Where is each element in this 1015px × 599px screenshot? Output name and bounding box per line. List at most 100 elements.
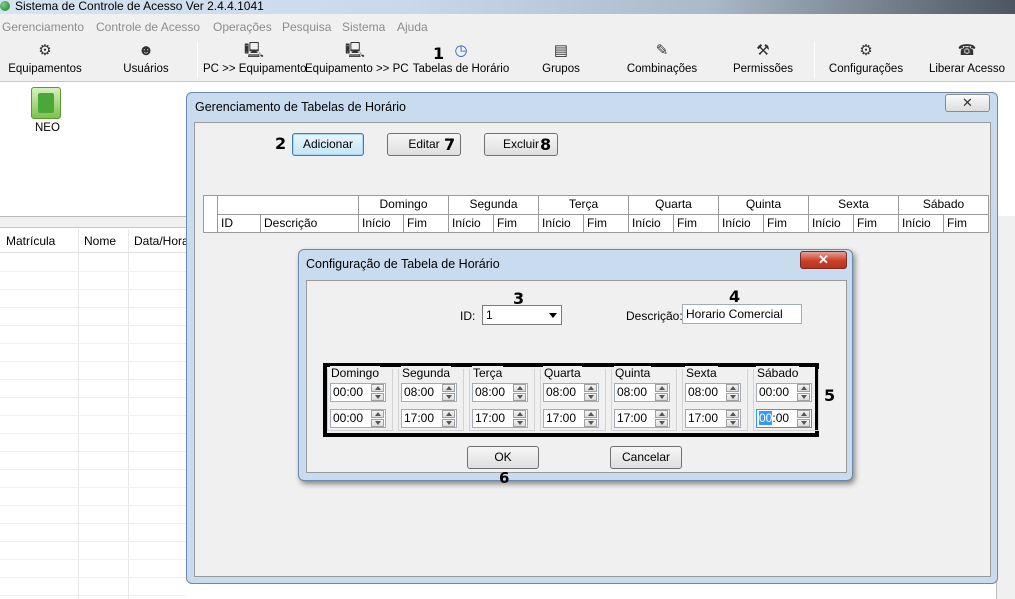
quarta-start-time[interactable]: 08:00 (543, 383, 599, 402)
toolbar-liberar-acesso-button[interactable]: ☎ Liberar Acesso (922, 39, 1012, 81)
cancel-button[interactable]: Cancelar (610, 446, 682, 469)
domingo-end-time[interactable]: 00:00 (330, 409, 386, 428)
column-inicio[interactable]: Início (629, 215, 674, 233)
id-select[interactable]: 1 (482, 305, 562, 325)
column-fim[interactable]: Fim (674, 215, 719, 233)
column-inicio[interactable]: Início (359, 215, 404, 233)
segunda-start-value: 08:00 (404, 385, 435, 399)
quinta-start-time[interactable]: 08:00 (614, 383, 670, 402)
spin-down-icon[interactable] (726, 393, 739, 401)
spin-up-icon[interactable] (655, 410, 668, 418)
spin-down-icon[interactable] (797, 393, 810, 401)
menu-pesquisa[interactable]: Pesquisa (282, 20, 331, 34)
spin-up-icon[interactable] (797, 384, 810, 392)
column-fim[interactable]: Fim (764, 215, 809, 233)
descricao-input[interactable]: Horario Comercial (682, 304, 802, 324)
menu-gerenciamento[interactable]: Gerenciamento (2, 20, 84, 34)
config-close-button[interactable]: ✕ (800, 251, 847, 269)
segunda-start-time[interactable]: 08:00 (401, 383, 457, 402)
spin-down-icon[interactable] (655, 419, 668, 427)
device-icon[interactable] (31, 87, 61, 119)
spin-up-icon[interactable] (442, 384, 455, 392)
column-fim[interactable]: Fim (854, 215, 899, 233)
toolbar-combinacoes-button[interactable]: ✎ Combinações (620, 39, 704, 81)
spin-up-icon[interactable] (726, 384, 739, 392)
quarta-end-time[interactable]: 17:00 (543, 409, 599, 428)
menu-ajuda[interactable]: Ajuda (397, 20, 428, 34)
add-button[interactable]: Adicionar (292, 133, 364, 156)
column-fim[interactable]: Fim (404, 215, 449, 233)
spin-down-icon[interactable] (513, 393, 526, 401)
toolbar-label: Configurações (828, 63, 904, 75)
terca-end-time[interactable]: 17:00 (472, 409, 528, 428)
permissions-icon: ⚒ (756, 42, 770, 59)
menu-controle-de-acesso[interactable]: Controle de Acesso (96, 20, 200, 34)
menu-sistema[interactable]: Sistema (342, 20, 385, 34)
column-inicio[interactable]: Início (539, 215, 584, 233)
spin-down-icon[interactable] (584, 393, 597, 401)
spin-up-icon[interactable] (371, 410, 384, 418)
spin-down-icon[interactable] (442, 419, 455, 427)
column-inicio[interactable]: Início (809, 215, 854, 233)
manager-close-button[interactable]: ✕ (945, 94, 990, 112)
spin-down-icon[interactable] (655, 393, 668, 401)
segunda-end-time[interactable]: 17:00 (401, 409, 457, 428)
terca-start-time[interactable]: 08:00 (472, 383, 528, 402)
quinta-end-time[interactable]: 17:00 (614, 409, 670, 428)
ok-button[interactable]: OK (467, 446, 539, 469)
column-data-hora[interactable]: Data/Hora (134, 234, 189, 248)
spin-up-icon[interactable] (726, 410, 739, 418)
spin-up-icon[interactable] (655, 384, 668, 392)
toolbar-pc-to-device-button[interactable]: 🖳 PC >> Equipamento (203, 39, 307, 81)
callout-2: 2 (275, 134, 287, 153)
spin-up-icon[interactable] (513, 410, 526, 418)
spin-up-icon[interactable] (371, 384, 384, 392)
sabado-start-time[interactable]: 00:00 (756, 383, 812, 402)
spin-up-icon[interactable] (513, 384, 526, 392)
column-inicio[interactable]: Início (719, 215, 764, 233)
sabado-end-time[interactable]: 00:00 (756, 409, 812, 428)
toolbar-configuracoes-button[interactable]: ⚙ Configurações (822, 39, 910, 81)
spin-down-icon[interactable] (797, 419, 810, 427)
toolbar-equipamentos-button[interactable]: ⚙ Equipamentos (4, 39, 86, 81)
spin-down-icon[interactable] (371, 419, 384, 427)
column-matricula[interactable]: Matrícula (6, 234, 55, 248)
spin-up-icon[interactable] (797, 410, 810, 418)
sabado-end-minutes: :00 (772, 411, 790, 425)
spin-down-icon[interactable] (726, 419, 739, 427)
toolbar-label: Combinações (626, 63, 698, 75)
column-inicio[interactable]: Início (899, 215, 944, 233)
device-panel (0, 83, 186, 216)
day-sexta-label: Sexta (685, 366, 718, 380)
grid-line (0, 343, 186, 344)
spin-up-icon[interactable] (442, 410, 455, 418)
spin-down-icon[interactable] (442, 393, 455, 401)
spin-down-icon[interactable] (371, 393, 384, 401)
column-fim[interactable]: Fim (584, 215, 629, 233)
spin-down-icon[interactable] (584, 419, 597, 427)
column-fim[interactable]: Fim (494, 215, 539, 233)
sexta-start-time[interactable]: 08:00 (685, 383, 741, 402)
spin-up-icon[interactable] (584, 384, 597, 392)
toolbar-usuarios-button[interactable]: ☻ Usuários (112, 39, 180, 81)
toolbar-permissoes-button[interactable]: ⚒ Permissões (728, 39, 798, 81)
toolbar-device-to-pc-button[interactable]: 🖳 Equipamento >> PC (305, 39, 409, 81)
menu-operacoes[interactable]: Operações (213, 20, 272, 34)
spin-up-icon[interactable] (584, 410, 597, 418)
column-id[interactable]: ID (218, 215, 261, 233)
callout-1: 1 (433, 44, 445, 63)
toolbar-grupos-button[interactable]: ▤ Grupos (530, 39, 592, 81)
column-fim[interactable]: Fim (944, 215, 989, 233)
splitter[interactable] (0, 216, 186, 228)
column-nome[interactable]: Nome (84, 234, 116, 248)
spin-down-icon[interactable] (513, 419, 526, 427)
release-access-icon: ☎ (957, 42, 977, 59)
sexta-end-time[interactable]: 17:00 (685, 409, 741, 428)
toolbar-tabelas-de-horario-button[interactable]: ◷ Tabelas de Horário (412, 39, 510, 81)
device-label[interactable]: NEO (35, 122, 60, 134)
right-scrollbar[interactable] (996, 216, 1015, 599)
column-inicio[interactable]: Início (449, 215, 494, 233)
domingo-start-time[interactable]: 00:00 (330, 383, 386, 402)
column-descricao[interactable]: Descrição (261, 215, 359, 233)
groups-icon: ▤ (553, 42, 569, 59)
